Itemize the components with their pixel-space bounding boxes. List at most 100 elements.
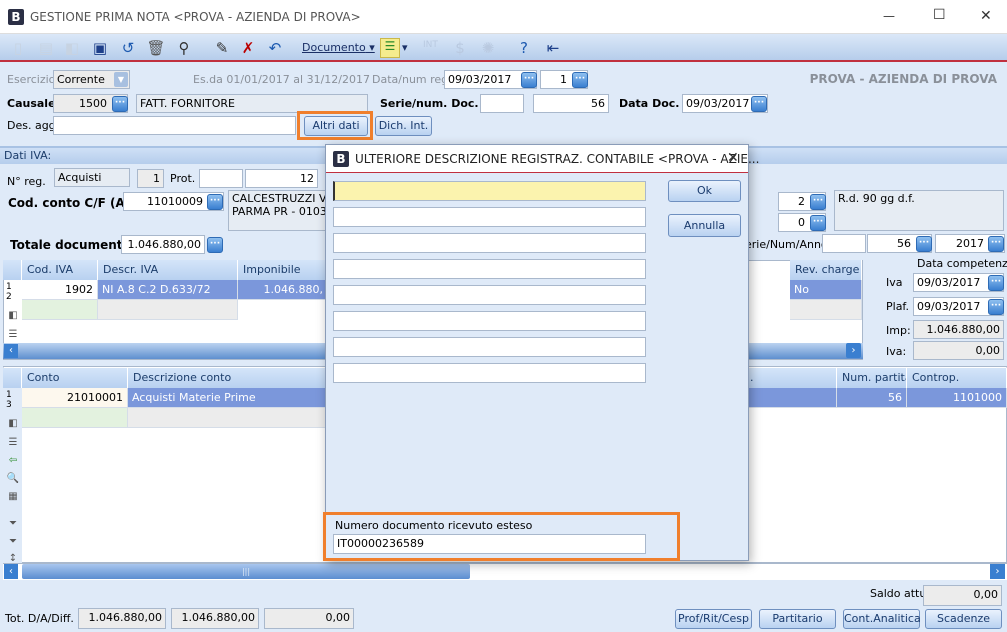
des-agg-input[interactable] — [53, 116, 296, 135]
scroll-right-icon[interactable]: › — [846, 343, 861, 358]
grid-layout-icon[interactable]: ◧ — [6, 418, 20, 430]
edit-pen-icon[interactable]: ✎ — [212, 38, 232, 58]
dati-iva-label: Dati IVA: — [4, 149, 52, 162]
currency-icon[interactable]: $ — [450, 38, 470, 58]
iva-date-picker-button[interactable]: ··· — [988, 275, 1004, 291]
num-reg-button[interactable]: ··· — [572, 72, 588, 88]
cod-conto-lookup-button[interactable]: ··· — [207, 194, 223, 210]
iva-rev-cell[interactable]: No — [790, 280, 862, 300]
col-descrizione-conto[interactable]: Descrizione conto — [128, 368, 328, 388]
col-rev-charge[interactable]: Rev. charge a — [790, 260, 862, 280]
col-conto[interactable]: Conto — [22, 368, 128, 388]
dich-int-button[interactable]: Dich. Int. — [375, 116, 432, 136]
folder-icon[interactable]: ◧ — [62, 38, 82, 58]
scroll-left-icon[interactable]: ‹ — [4, 564, 18, 579]
close-button[interactable]: ✕ — [980, 8, 992, 24]
description-line-3[interactable] — [333, 233, 646, 253]
scrollbar-thumb[interactable]: ||| — [22, 564, 470, 579]
partitario-button[interactable]: Partitario — [759, 609, 836, 629]
grid-list-icon[interactable]: ☰ — [6, 329, 20, 341]
altri-dati-button[interactable]: Altri dati — [304, 116, 368, 136]
causale-lookup-button[interactable]: ··· — [112, 96, 128, 112]
new-icon[interactable]: ▯ — [8, 38, 28, 58]
iva-imponibile-cell[interactable]: 1.046.880, — [238, 280, 328, 300]
help-icon[interactable]: ? — [514, 38, 534, 58]
totale-documento-field[interactable]: 1.046.880,00 — [121, 235, 205, 254]
num-partita-cell[interactable]: 56 — [837, 388, 907, 408]
iva-cod-cell[interactable]: 1902 — [22, 280, 98, 300]
documento-menu[interactable]: Documento ▾ — [302, 41, 375, 54]
document-icon[interactable]: ▤ — [36, 38, 56, 58]
binoculars-icon[interactable]: ⚲ — [174, 38, 194, 58]
col-hidden[interactable]: . — [745, 368, 837, 388]
revert-edit-icon[interactable]: ↶ — [265, 38, 285, 58]
col-num-partita[interactable]: Num. partita — [837, 368, 907, 388]
grid-list-icon[interactable]: ☰ — [6, 437, 20, 449]
description-line-5[interactable] — [333, 285, 646, 305]
iva-date-label: Iva — [886, 276, 903, 289]
conti-new-row-descr[interactable] — [128, 408, 328, 428]
sna-serie-field[interactable] — [822, 234, 866, 253]
sna-anno-button[interactable]: ··· — [988, 236, 1004, 252]
description-line-1[interactable] — [333, 181, 646, 201]
imp-label: Imp: — [886, 324, 911, 337]
col-descr-iva[interactable]: Descr. IVA — [98, 260, 238, 280]
plaf-date-picker-button[interactable]: ··· — [988, 299, 1004, 315]
list-options-dropdown[interactable]: ▾ — [402, 41, 408, 54]
export-icon[interactable]: ⇦ — [6, 455, 20, 467]
col-cod-iva[interactable]: Cod. IVA — [22, 260, 98, 280]
description-line-4[interactable] — [333, 259, 646, 279]
filter-clear-icon[interactable]: ⏷ — [6, 536, 20, 548]
esercizio-label: Esercizio — [7, 73, 56, 86]
cont-analitica-button[interactable]: Cont.Analitica — [843, 609, 921, 629]
serie-doc-field[interactable] — [480, 94, 524, 113]
conto-cell[interactable]: 21010001 — [22, 388, 128, 408]
col-controp[interactable]: Controp. — [907, 368, 1007, 388]
scroll-left-icon[interactable]: ‹ — [4, 344, 18, 358]
description-line-2[interactable] — [333, 207, 646, 227]
iva-descr-cell[interactable]: NI A.8 C.2 D.633/72 — [98, 280, 238, 300]
scroll-right-icon[interactable]: › — [990, 564, 1005, 579]
description-line-7[interactable] — [333, 337, 646, 357]
prot-prefix-field[interactable] — [199, 169, 243, 188]
annulla-button[interactable]: Annulla — [668, 214, 741, 237]
conti-hidden-cell[interactable] — [745, 388, 837, 408]
cancel-edit-icon[interactable]: ✗ — [238, 38, 258, 58]
minimize-button[interactable]: — — [883, 9, 895, 23]
zoom-icon[interactable]: 🔍 — [6, 473, 20, 485]
trash-icon[interactable]: 🗑 — [146, 38, 166, 58]
ok-button[interactable]: Ok — [668, 180, 741, 202]
sna-num-button[interactable]: ··· — [916, 236, 932, 252]
num-doc-field[interactable]: 56 — [533, 94, 609, 113]
numero-documento-input[interactable]: IT00000236589 — [333, 534, 646, 554]
pagamento2-lookup-button[interactable]: ··· — [810, 215, 826, 231]
prof-rit-cesp-button[interactable]: Prof/Rit/Cesp — [675, 609, 752, 629]
grid-layout-icon[interactable]: ◧ — [6, 310, 20, 322]
iva-new-row-descr[interactable] — [98, 300, 238, 320]
calculator-icon[interactable]: ▦ — [6, 491, 20, 503]
description-line-6[interactable] — [333, 311, 646, 331]
maximize-button[interactable]: ☐ — [933, 7, 946, 23]
data-doc-picker-button[interactable]: ··· — [751, 96, 767, 112]
totale-lookup-button[interactable]: ··· — [207, 237, 223, 253]
save-icon[interactable]: ▣ — [90, 38, 110, 58]
list-options-icon[interactable]: ☰ — [380, 38, 400, 58]
exit-icon[interactable]: ⇤ — [543, 38, 563, 58]
controp-cell[interactable]: 1101000 — [907, 388, 1007, 408]
data-reg-picker-button[interactable]: ··· — [521, 72, 537, 88]
compass-icon[interactable]: ✺ — [478, 38, 498, 58]
undo-icon[interactable]: ↺ — [118, 38, 138, 58]
dialog-close-button[interactable]: ✕ — [727, 150, 739, 166]
descrizione-conto-cell[interactable]: Acquisti Materie Prime — [128, 388, 328, 408]
prot-field[interactable]: 12 — [245, 169, 318, 188]
int-icon[interactable]: INT — [423, 40, 438, 50]
description-line-8[interactable] — [333, 363, 646, 383]
scadenze-button[interactable]: Scadenze — [925, 609, 1002, 629]
col-imponibile[interactable]: Imponibile — [238, 260, 328, 280]
filter-icon[interactable]: ⏷ — [6, 518, 20, 530]
iva-new-row-rev[interactable] — [790, 300, 862, 320]
conti-new-row[interactable] — [22, 408, 128, 428]
iva-new-row[interactable] — [22, 300, 98, 320]
pagamento-lookup-button[interactable]: ··· — [810, 194, 826, 210]
chevron-down-icon[interactable]: ▼ — [114, 72, 128, 87]
